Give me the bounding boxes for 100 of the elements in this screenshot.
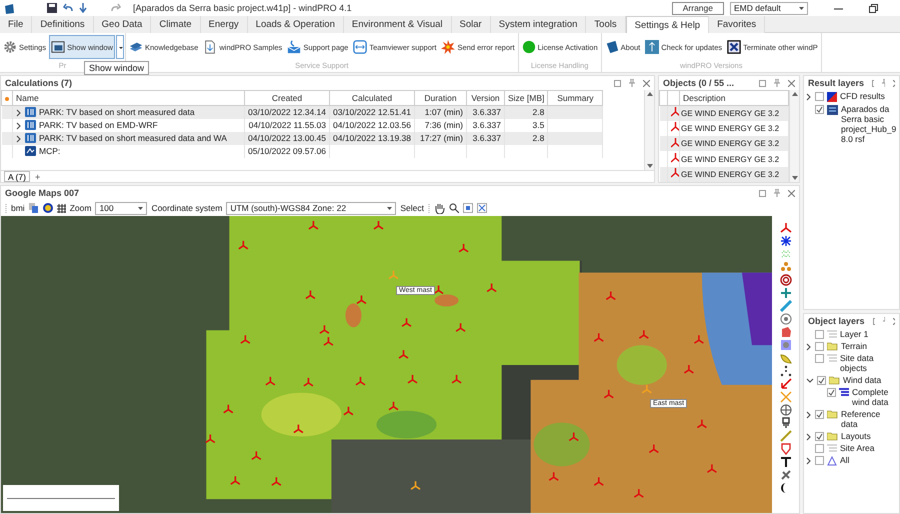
column-header[interactable]: Calculated bbox=[330, 90, 414, 106]
column-header[interactable]: Description bbox=[680, 90, 788, 106]
menu-tab[interactable]: File bbox=[0, 16, 32, 33]
layer-label[interactable]: CFD results bbox=[840, 91, 885, 101]
menu-tab[interactable]: Climate bbox=[151, 16, 201, 33]
menu-tab[interactable]: Favorites bbox=[709, 16, 766, 33]
layer-label[interactable]: Site data objects bbox=[840, 353, 899, 373]
turbine-icon bbox=[486, 282, 497, 292]
layer-label[interactable]: Wind data bbox=[843, 375, 882, 385]
globe-icon[interactable] bbox=[780, 404, 792, 416]
turbine-icon bbox=[305, 290, 316, 300]
ruler-icon[interactable] bbox=[780, 300, 792, 312]
target-icon[interactable] bbox=[780, 274, 792, 286]
square-icon[interactable] bbox=[780, 339, 792, 351]
dial-icon[interactable] bbox=[780, 313, 792, 325]
nodes-icon[interactable] bbox=[780, 365, 792, 377]
undo-icon[interactable] bbox=[63, 3, 73, 13]
arrange-button[interactable]: Arrange bbox=[672, 2, 724, 14]
scrollbar[interactable] bbox=[644, 90, 654, 170]
checkbox[interactable] bbox=[815, 432, 824, 441]
shield-icon[interactable] bbox=[780, 443, 792, 455]
menu-tab[interactable]: Loads & Operation bbox=[248, 16, 344, 33]
scrollbar[interactable] bbox=[789, 90, 799, 182]
turbine-icon[interactable] bbox=[780, 222, 792, 234]
menu-tab[interactable]: Energy bbox=[200, 16, 248, 33]
checkbox[interactable] bbox=[815, 92, 824, 101]
checkbox[interactable] bbox=[827, 388, 836, 397]
add-sheet-button[interactable]: + bbox=[32, 172, 42, 182]
zoom-field[interactable]: 100 bbox=[95, 202, 148, 214]
turbine-icon bbox=[634, 488, 644, 498]
asterisk-icon[interactable] bbox=[780, 235, 792, 247]
menu-tab[interactable]: Tools bbox=[586, 16, 626, 33]
down-arrow-icon[interactable] bbox=[79, 3, 87, 13]
layer-label[interactable]: Site Area bbox=[840, 443, 874, 453]
turbine-icon bbox=[671, 153, 678, 164]
arrow-icon[interactable] bbox=[780, 378, 792, 390]
pylon-icon[interactable] bbox=[780, 417, 792, 429]
layer-label[interactable]: Terrain bbox=[841, 341, 867, 351]
search-icon[interactable] bbox=[448, 203, 459, 213]
arrows-icon bbox=[353, 40, 368, 54]
column-header[interactable]: Created bbox=[244, 90, 330, 106]
layer-label[interactable]: Layer 1 bbox=[840, 329, 868, 339]
globe-icon[interactable] bbox=[42, 203, 53, 213]
layer-label[interactable]: Aparados da Serra basic project_Hub_98.0 rsf bbox=[841, 104, 899, 144]
menu-tab[interactable]: Solar bbox=[452, 16, 491, 33]
column-header[interactable]: Summary bbox=[548, 90, 603, 106]
menu-tab[interactable]: Settings & Help bbox=[626, 16, 710, 34]
burst-icon bbox=[441, 40, 456, 54]
grid-icon[interactable] bbox=[56, 204, 66, 212]
data-stack-icon bbox=[839, 388, 849, 398]
caret-icon[interactable] bbox=[387, 206, 392, 210]
caret-icon[interactable] bbox=[138, 206, 144, 210]
maximize-icon[interactable] bbox=[869, 4, 878, 12]
turbine-icon bbox=[706, 464, 718, 474]
dots-grid-icon[interactable] bbox=[780, 248, 792, 260]
column-header[interactable]: Size [MB] bbox=[504, 90, 548, 106]
layer-label[interactable]: All bbox=[840, 455, 850, 465]
layer-label[interactable]: Complete wind data bbox=[852, 387, 899, 407]
column-header[interactable]: Duration bbox=[414, 90, 466, 106]
turbine-icon bbox=[684, 364, 694, 374]
caret-icon[interactable] bbox=[799, 6, 804, 10]
hand-icon[interactable] bbox=[434, 202, 445, 214]
crosshair-icon[interactable] bbox=[780, 287, 792, 299]
zoom-box-icon[interactable] bbox=[462, 203, 473, 213]
checkbox[interactable] bbox=[815, 354, 824, 363]
checkbox[interactable] bbox=[815, 410, 824, 419]
menu-tab[interactable]: Environment & Visual bbox=[344, 16, 452, 33]
scroll-up-icon[interactable] bbox=[792, 92, 798, 96]
checkbox[interactable] bbox=[815, 342, 824, 351]
checkbox[interactable] bbox=[815, 330, 824, 339]
coordinate-system-select[interactable]: UTM (south)-WGS84 Zone: 22 bbox=[226, 202, 396, 214]
turbine-icon bbox=[407, 374, 418, 384]
scroll-up-icon[interactable] bbox=[646, 92, 652, 96]
panel-title: Objects (0 / 55 ... bbox=[663, 78, 736, 88]
text-tool-icon[interactable] bbox=[780, 456, 792, 468]
scroll-down-icon[interactable] bbox=[792, 176, 798, 180]
checkbox[interactable] bbox=[817, 376, 826, 385]
park-calc-icon bbox=[25, 107, 36, 118]
turbine-icon bbox=[230, 475, 241, 485]
turbine-icon bbox=[671, 138, 678, 148]
menu-tab[interactable]: System integration bbox=[490, 16, 586, 33]
menu-tab[interactable]: Definitions bbox=[32, 16, 94, 33]
sheet-tab[interactable]: A (7) bbox=[4, 171, 30, 182]
menu-tab[interactable]: Geo Data bbox=[94, 16, 152, 33]
column-header[interactable]: Version bbox=[466, 90, 504, 106]
checkbox[interactable] bbox=[815, 105, 824, 114]
layer-label[interactable]: Layouts bbox=[841, 431, 871, 441]
mail-icon bbox=[287, 40, 302, 54]
select-label: Select bbox=[400, 203, 424, 213]
scroll-down-icon[interactable] bbox=[646, 164, 652, 168]
checkbox[interactable] bbox=[815, 456, 824, 465]
layout-select[interactable]: EMD default bbox=[730, 2, 808, 14]
copy-icon[interactable] bbox=[28, 203, 39, 213]
polygon-icon[interactable] bbox=[780, 326, 792, 338]
checkbox[interactable] bbox=[815, 444, 824, 453]
layer-label[interactable]: Reference data bbox=[841, 409, 899, 429]
zoom-extent-icon[interactable] bbox=[476, 203, 487, 213]
coordinate-system-label: Coordinate system bbox=[151, 203, 222, 213]
save-icon[interactable] bbox=[47, 3, 57, 13]
column-header[interactable]: Name bbox=[12, 90, 244, 106]
